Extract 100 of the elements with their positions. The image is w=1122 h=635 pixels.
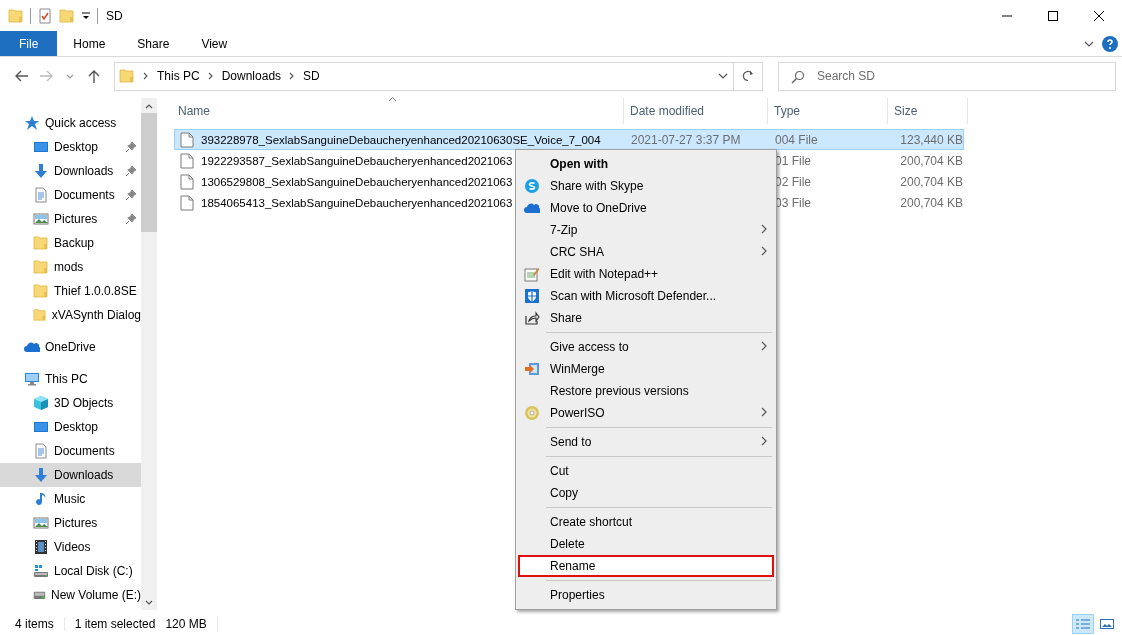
down-arrow-icon bbox=[33, 163, 49, 179]
menu-item[interactable]: Scan with Microsoft Defender... bbox=[518, 285, 774, 307]
nav-item[interactable]: This PC bbox=[0, 367, 141, 391]
file-icon bbox=[179, 194, 195, 211]
maximize-button[interactable] bbox=[1047, 9, 1059, 22]
menu-item[interactable]: Cut bbox=[518, 460, 774, 482]
nav-item[interactable]: 3D Objects bbox=[0, 391, 141, 415]
column-header[interactable]: Name bbox=[172, 98, 624, 124]
pin-icon bbox=[125, 213, 137, 225]
menu-item[interactable]: Create shortcut bbox=[518, 511, 774, 533]
menu-item[interactable]: Restore previous versions bbox=[518, 380, 774, 402]
column-header[interactable]: Type bbox=[768, 98, 888, 124]
nav-item[interactable]: Desktop bbox=[0, 415, 141, 439]
refresh-button[interactable] bbox=[734, 61, 763, 91]
chevron-down-icon[interactable] bbox=[718, 72, 728, 80]
star-icon bbox=[24, 115, 40, 131]
computer-icon bbox=[24, 371, 40, 387]
size-text: 200,704 KB bbox=[900, 153, 963, 168]
breadcrumb-link[interactable]: This PC bbox=[157, 69, 200, 83]
picture-icon bbox=[33, 515, 49, 531]
document-icon bbox=[33, 443, 49, 459]
menu-item[interactable]: Edit with Notepad++ bbox=[518, 263, 774, 285]
refresh-icon bbox=[742, 70, 754, 82]
file-row[interactable]: 393228978_SexlabSanguineDebaucheryenhanced20210630SE_Voice_7_004 2021-07-27 3:37 PM 004 File 123,440 KB bbox=[174, 129, 964, 150]
scrollbar-thumb[interactable] bbox=[141, 113, 157, 232]
nav-item[interactable]: Local Disk (C:) bbox=[0, 559, 141, 583]
view-toggle[interactable] bbox=[1072, 613, 1094, 634]
menu-item[interactable]: Move to OneDrive bbox=[518, 197, 774, 219]
help-icon[interactable] bbox=[1102, 35, 1118, 52]
disc-icon bbox=[524, 405, 540, 421]
menu-item[interactable]: Properties bbox=[518, 584, 774, 606]
picture-icon bbox=[33, 211, 49, 227]
address-bar[interactable]: This PC Downloads SD bbox=[114, 61, 734, 91]
nav-item[interactable]: Music bbox=[0, 487, 141, 511]
folder-icon bbox=[8, 7, 24, 24]
nav-item[interactable]: Pictures bbox=[0, 207, 141, 231]
nav-item[interactable]: Pictures bbox=[0, 511, 141, 535]
folder-icon bbox=[119, 68, 135, 84]
window-title: SD bbox=[106, 8, 123, 23]
nav-item[interactable]: Desktop bbox=[0, 135, 141, 159]
file-menu-button[interactable]: File bbox=[0, 31, 58, 56]
selection-info: 1 item selected bbox=[74, 616, 157, 631]
chevron-down-icon[interactable] bbox=[1084, 39, 1094, 48]
nav-item[interactable]: Downloads bbox=[0, 159, 141, 183]
size-text: 200,704 KB bbox=[900, 195, 963, 210]
date-text: 2021-07-27 3:37 PM bbox=[631, 132, 741, 147]
nav-item[interactable]: Documents bbox=[0, 183, 141, 207]
column-header[interactable]: Date modified bbox=[624, 98, 768, 124]
search-field[interactable]: Search SD bbox=[778, 61, 1116, 91]
folder-icon bbox=[33, 259, 49, 275]
nav-item[interactable]: Documents bbox=[0, 439, 141, 463]
pin-icon bbox=[125, 165, 137, 177]
selection-size: 120 MB bbox=[165, 616, 208, 631]
nav-item[interactable]: xVASynth Dialog bbox=[0, 303, 141, 327]
menu-item[interactable]: 7-Zip bbox=[518, 219, 774, 241]
down-arrow-icon bbox=[33, 467, 49, 483]
pin-icon bbox=[125, 189, 137, 201]
size-text: 123,440 KB bbox=[900, 132, 963, 147]
pin-icon bbox=[125, 141, 137, 153]
nav-item[interactable]: Quick access bbox=[0, 111, 141, 135]
menu-item[interactable]: Give access to bbox=[518, 336, 774, 358]
column-header[interactable]: Size bbox=[888, 98, 968, 124]
back-icon[interactable] bbox=[14, 68, 30, 84]
menu-item[interactable]: Rename bbox=[518, 555, 774, 577]
monitor-icon bbox=[33, 419, 49, 435]
nav-item[interactable]: Videos bbox=[0, 535, 141, 559]
ribbon-tab[interactable]: Home bbox=[57, 31, 122, 56]
nav-item[interactable]: New Volume (E:) bbox=[0, 583, 141, 607]
film-icon bbox=[33, 539, 49, 555]
menu-item[interactable]: Send to bbox=[518, 431, 774, 453]
menu-item[interactable]: Share with Skype bbox=[518, 175, 774, 197]
scroll-down-icon bbox=[145, 599, 153, 606]
cube-icon bbox=[33, 395, 49, 411]
menu-item[interactable]: Copy bbox=[518, 482, 774, 504]
ribbon-tab[interactable]: Share bbox=[121, 31, 186, 56]
nav-item[interactable]: Backup bbox=[0, 231, 141, 255]
dropdown-icon[interactable] bbox=[81, 10, 91, 21]
scrollbar[interactable] bbox=[141, 98, 157, 610]
nav-item[interactable]: OneDrive bbox=[0, 335, 141, 359]
menu-item[interactable]: WinMerge bbox=[518, 358, 774, 380]
nav-item[interactable]: mods bbox=[0, 255, 141, 279]
menu-item[interactable]: Open with bbox=[518, 153, 774, 175]
breadcrumb-link[interactable]: SD bbox=[303, 69, 320, 83]
menu-item[interactable]: Delete bbox=[518, 533, 774, 555]
menu-item[interactable]: PowerISO bbox=[518, 402, 774, 424]
nav-item[interactable]: Downloads bbox=[0, 463, 141, 487]
breadcrumb-link[interactable]: Downloads bbox=[221, 69, 282, 83]
ribbon-tab[interactable]: View bbox=[185, 31, 244, 56]
document-icon bbox=[33, 187, 49, 203]
nav-item[interactable]: Thief 1.0.0.8SE bbox=[0, 279, 141, 303]
search-icon bbox=[791, 69, 805, 84]
properties-icon[interactable] bbox=[37, 7, 53, 24]
close-button[interactable] bbox=[1093, 9, 1105, 22]
skype-icon bbox=[524, 178, 540, 194]
menu-item[interactable]: CRC SHA bbox=[518, 241, 774, 263]
item-count: 4 items bbox=[15, 616, 55, 631]
file-name: 1306529808_SexlabSanguineDebaucheryenhanced2021063 bbox=[201, 175, 513, 188]
menu-item[interactable]: Share bbox=[518, 307, 774, 329]
folder-icon bbox=[33, 307, 47, 323]
up-arrow-icon[interactable] bbox=[86, 68, 102, 84]
